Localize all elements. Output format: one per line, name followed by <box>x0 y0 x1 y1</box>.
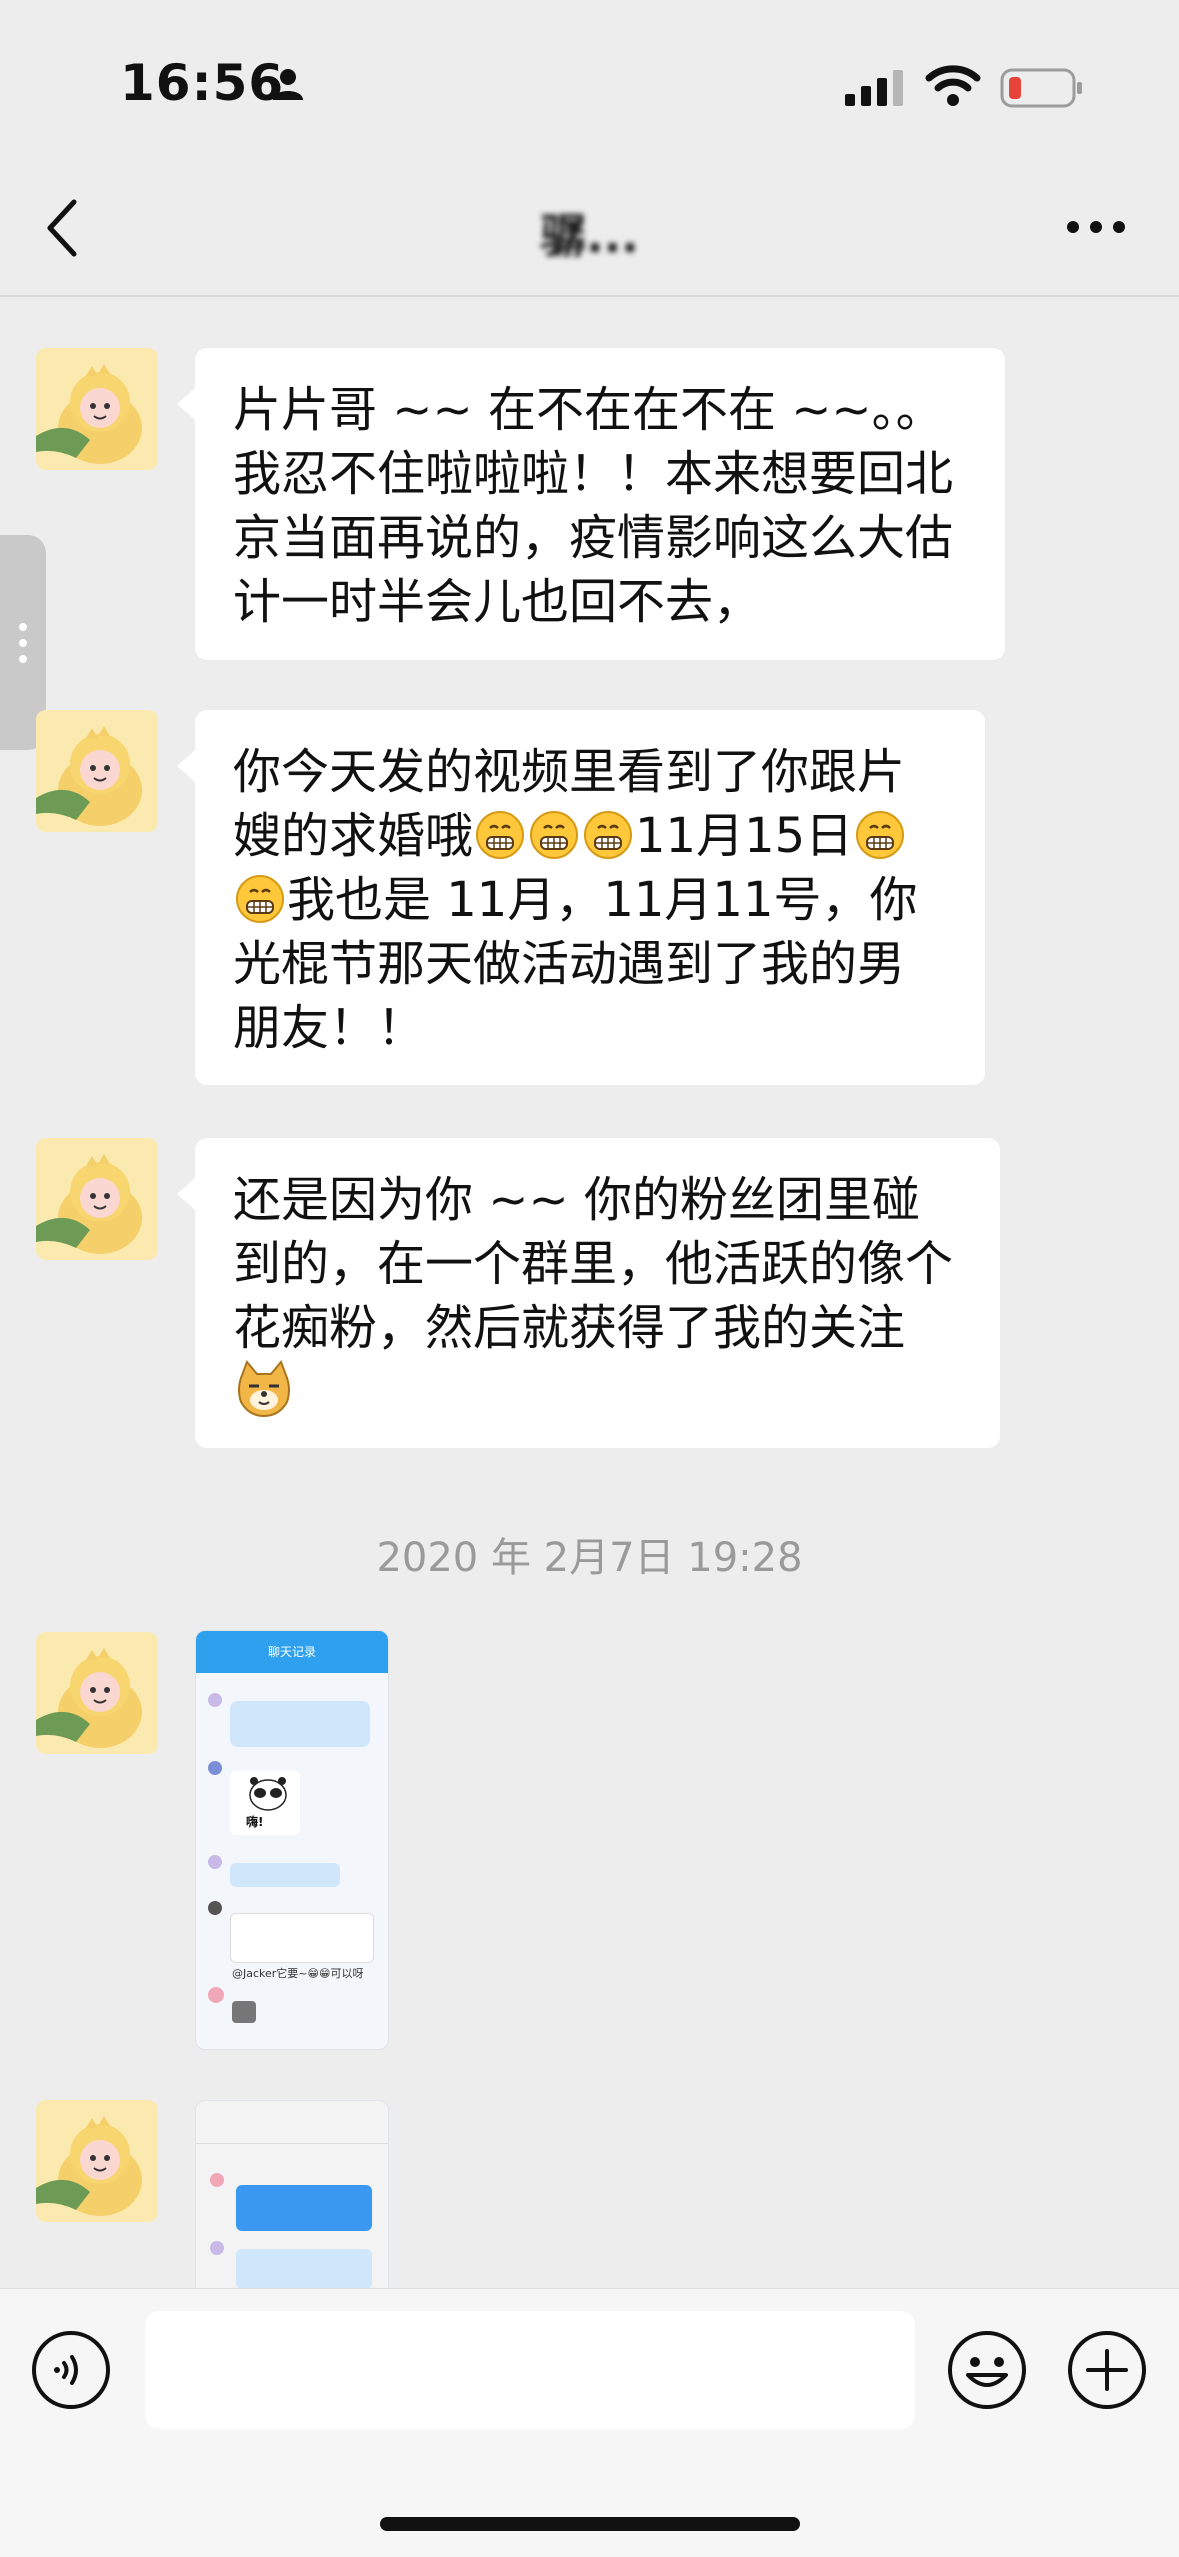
avatar-image <box>36 2100 158 2222</box>
avatar-image <box>36 1632 158 1754</box>
grimace-emoji-icon <box>530 811 579 859</box>
plus-icon[interactable] <box>1066 2329 1148 2411</box>
avatar[interactable] <box>36 2100 158 2222</box>
message-input[interactable] <box>145 2311 915 2429</box>
chat-title-text: 骣... <box>540 209 639 263</box>
voice-icon[interactable] <box>30 2329 112 2411</box>
chat-header: 骣... <box>0 160 1179 297</box>
message-bubble[interactable]: 你今天发的视频里看到了你跟片嫂的求婚哦 11月15日我也是 11月，11月11号，… <box>177 710 985 1085</box>
person-icon <box>273 69 303 100</box>
wifi-icon <box>925 65 981 106</box>
avatar-image <box>36 710 158 832</box>
thumbnail-caption: 嗨! <box>246 1815 264 1829</box>
thumbnail-snippet: @Jacker它要~😁😁可以呀 <box>232 1967 364 1980</box>
chat-input-bar <box>0 2288 1179 2557</box>
grimace-emoji-icon <box>584 811 633 859</box>
battery-icon <box>1000 68 1082 108</box>
avatar-image <box>36 348 158 470</box>
cellular-signal-icon <box>845 70 903 106</box>
panda-meme-icon <box>249 1777 287 1811</box>
chat-timestamp: 2020 年 2月7日 19:28 <box>376 1535 803 1581</box>
grimace-emoji-icon <box>856 811 905 859</box>
thumbnail-header: 聊天记录 <box>196 1631 388 1673</box>
avatar-image <box>36 1138 158 1260</box>
emoji-icon[interactable] <box>946 2329 1028 2411</box>
avatar[interactable] <box>36 1632 158 1754</box>
message-date-text: 11月15日 <box>635 808 854 864</box>
message-bubble[interactable]: 还是因为你 ~~ 你的粉丝团里碰到的，在一个群里，他活跃的像个花痴粉，然后就获得… <box>177 1138 1000 1448</box>
image-message-thumbnail[interactable]: 聊天记录 嗨! @Jacker它要~😁😁可以呀 <box>195 1630 389 2050</box>
avatar[interactable] <box>36 1138 158 1260</box>
message-text: 片片哥 ~~ 在不在在不在 ~~。。我忍不住啦啦啦！！本来想要回北京当面再说的，… <box>233 382 954 630</box>
doge-emoji-icon <box>238 1360 290 1418</box>
chat-title: 骣... <box>0 200 1179 266</box>
message-bubble[interactable]: 片片哥 ~~ 在不在在不在 ~~。。我忍不住啦啦啦！！本来想要回北京当面再说的，… <box>177 348 1005 660</box>
message-text: 我也是 11月，11月11号，你光棍节那天做活动遇到了我的男朋友！！ <box>233 872 918 1056</box>
thumbnail-topbar <box>196 2101 388 2144</box>
grimace-emoji-icon <box>236 875 284 923</box>
status-bar: 16:56 <box>0 0 1179 160</box>
avatar[interactable] <box>36 710 158 832</box>
more-dots-icon[interactable] <box>1066 220 1126 234</box>
home-indicator[interactable] <box>380 2517 800 2531</box>
avatar[interactable] <box>36 348 158 470</box>
message-text: 还是因为你 ~~ 你的粉丝团里碰到的，在一个群里，他活跃的像个花痴粉，然后就获得… <box>233 1172 954 1356</box>
status-time: 16:56 <box>120 54 285 112</box>
grimace-emoji-icon <box>476 811 525 859</box>
image-message-thumbnail[interactable] <box>195 2100 389 2289</box>
